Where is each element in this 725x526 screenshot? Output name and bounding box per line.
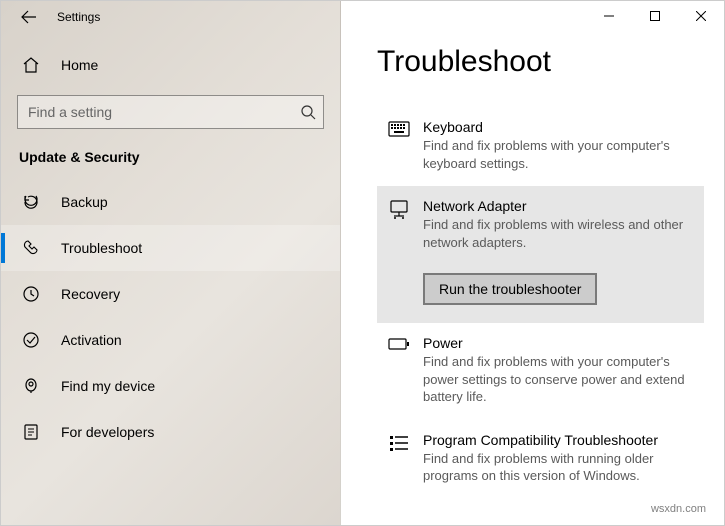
- maximize-button[interactable]: [632, 1, 678, 31]
- window-controls: [586, 1, 724, 31]
- troubleshoot-item-desc: Find and fix problems with your computer…: [423, 137, 696, 172]
- sidebar-item-backup[interactable]: Backup: [1, 179, 340, 225]
- troubleshoot-item-desc: Find and fix problems with wireless and …: [423, 216, 696, 251]
- back-button[interactable]: [13, 1, 45, 33]
- arrow-left-icon: [21, 9, 37, 25]
- troubleshoot-item-title: Power: [423, 335, 696, 351]
- activation-icon: [19, 331, 43, 349]
- content: Troubleshoot Keyboard Find and fix probl…: [341, 1, 724, 525]
- troubleshoot-item-desc: Find and fix problems with running older…: [423, 450, 696, 485]
- section-header: Update & Security: [1, 139, 340, 179]
- sidebar-item-label: Recovery: [61, 286, 120, 302]
- sidebar-item-label: Backup: [61, 194, 108, 210]
- page-title: Troubleshoot: [377, 45, 704, 79]
- minimize-icon: [604, 11, 614, 21]
- recovery-icon: [19, 285, 43, 303]
- troubleshoot-item-keyboard[interactable]: Keyboard Find and fix problems with your…: [377, 107, 704, 186]
- troubleshoot-item-title: Program Compatibility Troubleshooter: [423, 432, 696, 448]
- network-adapter-icon: [385, 198, 413, 305]
- search-row: [1, 89, 340, 139]
- sidebar: Settings Home Update & Security Backup: [1, 1, 341, 525]
- program-compat-icon: [385, 432, 413, 485]
- troubleshoot-item-program-compat[interactable]: Program Compatibility Troubleshooter Fin…: [377, 420, 704, 499]
- troubleshoot-icon: [19, 239, 43, 257]
- search-icon: [300, 104, 316, 120]
- troubleshoot-item-desc: Find and fix problems with your computer…: [423, 353, 696, 406]
- troubleshoot-item-network-adapter[interactable]: Network Adapter Find and fix problems wi…: [377, 186, 704, 323]
- sidebar-item-for-developers[interactable]: For developers: [1, 409, 340, 455]
- sidebar-item-label: Find my device: [61, 378, 155, 394]
- find-my-device-icon: [19, 377, 43, 395]
- search-input[interactable]: [17, 95, 324, 129]
- titlebar: Settings: [1, 1, 340, 33]
- nav-home-label: Home: [61, 57, 98, 73]
- minimize-button[interactable]: [586, 1, 632, 31]
- nav: Home Update & Security Backup Troublesho…: [1, 33, 340, 455]
- sidebar-item-label: Activation: [61, 332, 122, 348]
- troubleshoot-item-power[interactable]: Power Find and fix problems with your co…: [377, 323, 704, 420]
- close-icon: [696, 11, 706, 21]
- app-title: Settings: [57, 10, 100, 24]
- home-icon: [19, 56, 43, 74]
- sidebar-item-label: Troubleshoot: [61, 240, 142, 256]
- close-button[interactable]: [678, 1, 724, 31]
- content-inner: Troubleshoot Keyboard Find and fix probl…: [341, 1, 724, 509]
- sidebar-item-label: For developers: [61, 424, 154, 440]
- sidebar-item-recovery[interactable]: Recovery: [1, 271, 340, 317]
- troubleshoot-item-title: Network Adapter: [423, 198, 696, 214]
- nav-home[interactable]: Home: [1, 41, 340, 89]
- sidebar-item-find-my-device[interactable]: Find my device: [1, 363, 340, 409]
- run-troubleshooter-button[interactable]: Run the troubleshooter: [423, 273, 597, 305]
- for-developers-icon: [19, 423, 43, 441]
- sidebar-item-troubleshoot[interactable]: Troubleshoot: [1, 225, 340, 271]
- power-icon: [385, 335, 413, 406]
- maximize-icon: [650, 11, 660, 21]
- troubleshoot-item-title: Keyboard: [423, 119, 696, 135]
- backup-icon: [19, 193, 43, 211]
- sidebar-item-activation[interactable]: Activation: [1, 317, 340, 363]
- keyboard-icon: [385, 119, 413, 172]
- watermark: wsxdn.com: [651, 503, 706, 515]
- search-box: [17, 95, 324, 129]
